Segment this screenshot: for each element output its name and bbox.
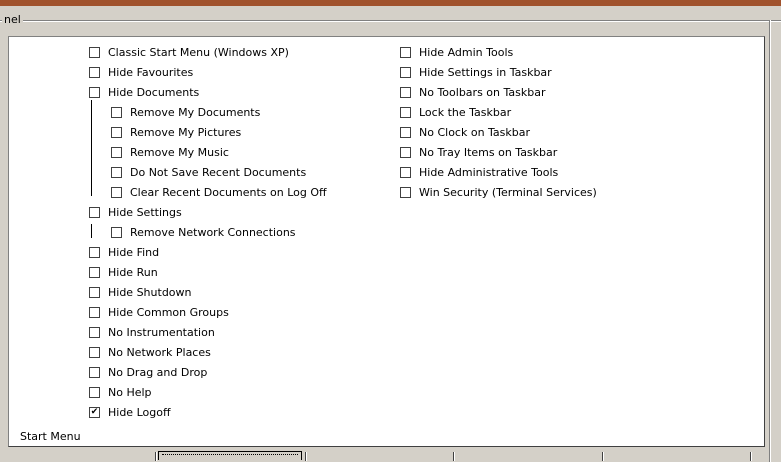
checkbox-hide-favourites[interactable]: Hide Favourites — [89, 62, 193, 82]
checkbox-unchecked-icon[interactable] — [400, 86, 411, 98]
checkbox-no-help[interactable]: No Help — [89, 382, 152, 402]
checkbox-lock-the-taskbar[interactable]: Lock the Taskbar — [400, 102, 511, 122]
start-menu-panel: Classic Start Menu (Windows XP) Hide Favo… — [8, 36, 765, 447]
checkbox-label: Hide Common Groups — [108, 305, 229, 319]
checkbox-unchecked-icon[interactable] — [111, 166, 122, 178]
checkbox-remove-my-documents[interactable]: Remove My Documents — [111, 102, 260, 122]
checkbox-hide-administrative-tools[interactable]: Hide Administrative Tools — [400, 162, 558, 182]
checkbox-no-clock-on-taskbar[interactable]: No Clock on Taskbar — [400, 122, 530, 142]
checkbox-label: No Drag and Drop — [108, 365, 208, 379]
checkbox-label: Hide Admin Tools — [419, 45, 514, 59]
checkbox-checked-icon[interactable] — [89, 406, 100, 418]
checkbox-unchecked-icon[interactable] — [400, 46, 411, 58]
checkbox-win-security-terminal-services[interactable]: Win Security (Terminal Services) — [400, 182, 597, 202]
checkbox-label: Hide Logoff — [108, 405, 171, 419]
checkbox-label: Hide Settings in Taskbar — [419, 65, 552, 79]
button-edge — [453, 452, 455, 461]
checkbox-clear-recent-documents-on-log-off[interactable]: Clear Recent Documents on Log Off — [111, 182, 327, 202]
checkbox-unchecked-icon[interactable] — [89, 366, 100, 378]
checkbox-no-toolbars-on-taskbar[interactable]: No Toolbars on Taskbar — [400, 82, 545, 102]
checkbox-unchecked-icon[interactable] — [89, 286, 100, 298]
groupbox-border — [0, 20, 781, 21]
checkbox-no-drag-and-drop[interactable]: No Drag and Drop — [89, 362, 207, 382]
groupbox-right-edge — [769, 20, 771, 462]
checkbox-no-tray-items-on-taskbar[interactable]: No Tray Items on Taskbar — [400, 142, 557, 162]
checkbox-remove-my-pictures[interactable]: Remove My Pictures — [111, 122, 241, 142]
documents-tree-line — [91, 100, 92, 196]
checkbox-hide-documents[interactable]: Hide Documents — [89, 82, 199, 102]
button-edge — [305, 452, 307, 461]
groupbox-title: nel — [2, 13, 23, 27]
checkbox-label: No Network Places — [108, 345, 211, 359]
checkbox-label: Do Not Save Recent Documents — [130, 165, 307, 179]
button-edge — [602, 452, 604, 461]
checkbox-hide-admin-tools[interactable]: Hide Admin Tools — [400, 42, 513, 62]
button-edge — [155, 452, 157, 461]
checkbox-unchecked-icon[interactable] — [111, 106, 122, 118]
checkbox-label: No Instrumentation — [108, 325, 215, 339]
checkbox-unchecked-icon[interactable] — [400, 186, 411, 198]
checkbox-label: No Tray Items on Taskbar — [419, 145, 558, 159]
checkbox-label: Remove Network Connections — [130, 225, 296, 239]
checkbox-classic-start-menu-windows-xp[interactable]: Classic Start Menu (Windows XP) — [89, 42, 289, 62]
checkbox-label: No Toolbars on Taskbar — [419, 85, 546, 99]
checkbox-hide-shutdown[interactable]: Hide Shutdown — [89, 282, 192, 302]
checkbox-remove-network-connections[interactable]: Remove Network Connections — [111, 222, 296, 242]
checkbox-hide-settings-in-taskbar[interactable]: Hide Settings in Taskbar — [400, 62, 552, 82]
checkbox-label: Hide Run — [108, 265, 158, 279]
checkbox-hide-run[interactable]: Hide Run — [89, 262, 158, 282]
checkbox-unchecked-icon[interactable] — [400, 166, 411, 178]
checkbox-no-instrumentation[interactable]: No Instrumentation — [89, 322, 215, 342]
bottom-button-strip — [0, 449, 781, 461]
panel-label: Start Menu — [20, 430, 81, 443]
checkbox-unchecked-icon[interactable] — [400, 66, 411, 78]
checkbox-unchecked-icon[interactable] — [400, 126, 411, 138]
checkbox-label: Hide Documents — [108, 85, 200, 99]
checkbox-label: Hide Settings — [108, 205, 182, 219]
checkbox-label: Remove My Music — [130, 145, 229, 159]
checkbox-unchecked-icon[interactable] — [89, 206, 100, 218]
checkbox-unchecked-icon[interactable] — [111, 186, 122, 198]
checkbox-unchecked-icon[interactable] — [89, 266, 100, 278]
checkbox-unchecked-icon[interactable] — [89, 306, 100, 318]
checkbox-label: Classic Start Menu (Windows XP) — [108, 45, 289, 59]
focus-rect — [162, 454, 298, 455]
checkbox-hide-common-groups[interactable]: Hide Common Groups — [89, 302, 229, 322]
checkbox-label: Remove My Documents — [130, 105, 261, 119]
checkbox-label: No Clock on Taskbar — [419, 125, 531, 139]
checkbox-unchecked-icon[interactable] — [89, 326, 100, 338]
checkbox-label: Win Security (Terminal Services) — [419, 185, 597, 199]
checkbox-label: No Help — [108, 385, 152, 399]
checkbox-unchecked-icon[interactable] — [89, 86, 100, 98]
checkbox-label: Hide Shutdown — [108, 285, 192, 299]
checkbox-label: Clear Recent Documents on Log Off — [130, 185, 327, 199]
checkbox-label: Remove My Pictures — [130, 125, 242, 139]
checkbox-unchecked-icon[interactable] — [400, 106, 411, 118]
checkbox-label: Lock the Taskbar — [419, 105, 512, 119]
checkbox-label: Hide Find — [108, 245, 160, 259]
checkbox-unchecked-icon[interactable] — [89, 386, 100, 398]
checkbox-unchecked-icon[interactable] — [89, 246, 100, 258]
checkbox-hide-settings[interactable]: Hide Settings — [89, 202, 182, 222]
checkbox-unchecked-icon[interactable] — [111, 146, 122, 158]
checkbox-unchecked-icon[interactable] — [400, 146, 411, 158]
checkbox-label: Hide Administrative Tools — [419, 165, 559, 179]
checkbox-hide-logoff[interactable]: Hide Logoff — [89, 402, 171, 422]
button-edge — [750, 452, 752, 461]
checkbox-unchecked-icon[interactable] — [89, 346, 100, 358]
checkbox-unchecked-icon[interactable] — [111, 126, 122, 138]
checkbox-hide-find[interactable]: Hide Find — [89, 242, 159, 262]
settings-tree-line — [91, 224, 92, 238]
checkbox-remove-my-music[interactable]: Remove My Music — [111, 142, 229, 162]
checkbox-unchecked-icon[interactable] — [111, 226, 122, 238]
focused-button[interactable] — [158, 451, 302, 460]
checkbox-unchecked-icon[interactable] — [89, 46, 100, 58]
checkbox-label: Hide Favourites — [108, 65, 194, 79]
checkbox-unchecked-icon[interactable] — [89, 66, 100, 78]
checkbox-do-not-save-recent-documents[interactable]: Do Not Save Recent Documents — [111, 162, 306, 182]
checkbox-no-network-places[interactable]: No Network Places — [89, 342, 211, 362]
